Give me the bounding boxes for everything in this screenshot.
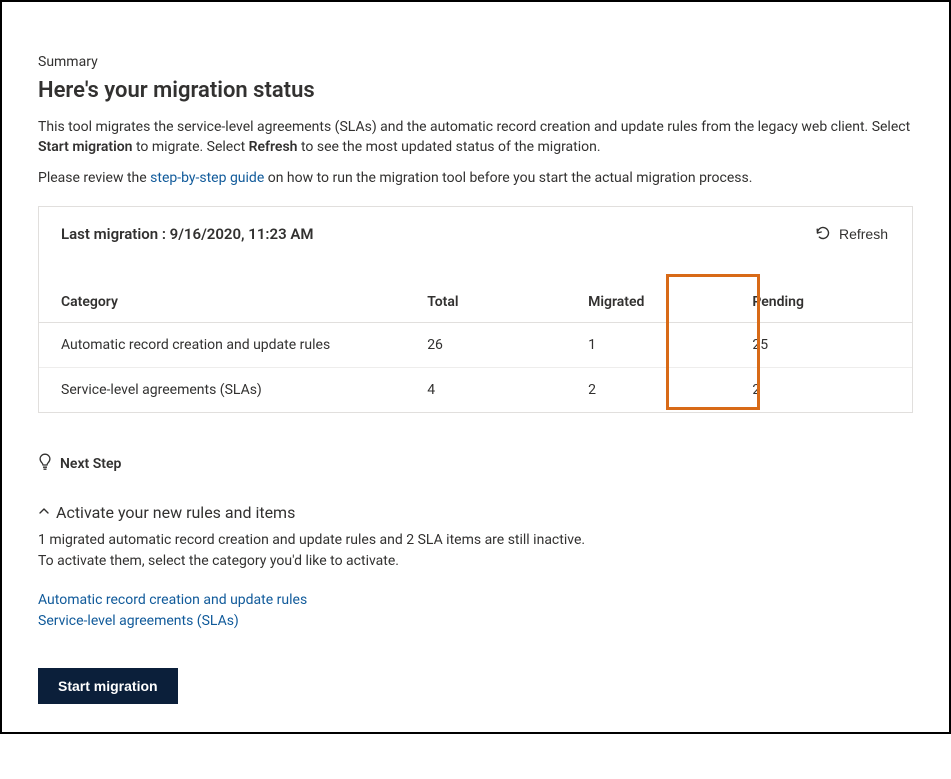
status-card-header: Last migration : 9/16/2020, 11:23 AM Ref… xyxy=(39,207,912,256)
refresh-icon xyxy=(815,225,831,244)
cell-total: 26 xyxy=(405,322,566,367)
intro-paragraph-1: This tool migrates the service-level agr… xyxy=(38,117,913,158)
intro-bold-start-migration: Start migration xyxy=(38,139,133,155)
cell-pending: 25 xyxy=(730,322,868,367)
intro-text: This tool migrates the service-level agr… xyxy=(38,119,910,135)
table-header-row: Category Total Migrated Pending xyxy=(39,284,912,323)
intro-paragraph-2: Please review the step-by-step guide on … xyxy=(38,168,913,188)
intro-text: Please review the xyxy=(38,170,150,186)
refresh-button[interactable]: Refresh xyxy=(813,221,890,248)
activate-section-title: Activate your new rules and items xyxy=(56,503,295,522)
intro-bold-refresh: Refresh xyxy=(249,139,298,155)
activate-link-slas[interactable]: Service-level agreements (SLAs) xyxy=(38,611,913,632)
col-header-pending: Pending xyxy=(730,284,868,323)
cell-total: 4 xyxy=(405,367,566,412)
table-row: Automatic record creation and update rul… xyxy=(39,322,912,367)
step-by-step-guide-link[interactable]: step-by-step guide xyxy=(150,170,264,186)
intro-text: to migrate. Select xyxy=(133,139,249,155)
last-migration-label: Last migration : 9/16/2020, 11:23 AM xyxy=(61,225,314,243)
cell-migrated: 1 xyxy=(566,322,730,367)
cell-spacer xyxy=(868,322,912,367)
migration-status-table: Category Total Migrated Pending Automati… xyxy=(39,284,912,412)
col-header-total: Total xyxy=(405,284,566,323)
next-step-heading: Next Step xyxy=(38,453,913,475)
activate-body-line: To activate them, select the category yo… xyxy=(38,551,913,572)
cell-migrated: 2 xyxy=(566,367,730,412)
activate-section-body: 1 migrated automatic record creation and… xyxy=(38,530,913,572)
page-title: Here's your migration status xyxy=(38,78,913,103)
activate-section-toggle[interactable]: Activate your new rules and items xyxy=(38,503,913,522)
summary-label: Summary xyxy=(38,54,913,70)
activate-body-line: 1 migrated automatic record creation and… xyxy=(38,530,913,551)
activate-link-arc-rules[interactable]: Automatic record creation and update rul… xyxy=(38,590,913,611)
col-header-category: Category xyxy=(39,284,405,323)
cell-category: Automatic record creation and update rul… xyxy=(39,322,405,367)
table-row: Service-level agreements (SLAs) 4 2 2 xyxy=(39,367,912,412)
cell-spacer xyxy=(868,367,912,412)
intro-text: to see the most updated status of the mi… xyxy=(297,139,600,155)
intro-text: on how to run the migration tool before … xyxy=(264,170,752,186)
cell-category: Service-level agreements (SLAs) xyxy=(39,367,405,412)
next-step-label: Next Step xyxy=(60,456,121,472)
start-migration-button[interactable]: Start migration xyxy=(38,668,178,704)
migration-status-page: Summary Here's your migration status Thi… xyxy=(0,0,951,734)
activate-links: Automatic record creation and update rul… xyxy=(38,590,913,632)
status-card-wrapper: Last migration : 9/16/2020, 11:23 AM Ref… xyxy=(38,206,913,413)
status-card: Last migration : 9/16/2020, 11:23 AM Ref… xyxy=(38,206,913,413)
cell-pending: 2 xyxy=(730,367,868,412)
col-header-spacer xyxy=(868,284,912,323)
refresh-button-label: Refresh xyxy=(839,226,888,242)
lightbulb-icon xyxy=(38,453,52,475)
chevron-up-icon xyxy=(38,505,50,519)
col-header-migrated: Migrated xyxy=(566,284,730,323)
